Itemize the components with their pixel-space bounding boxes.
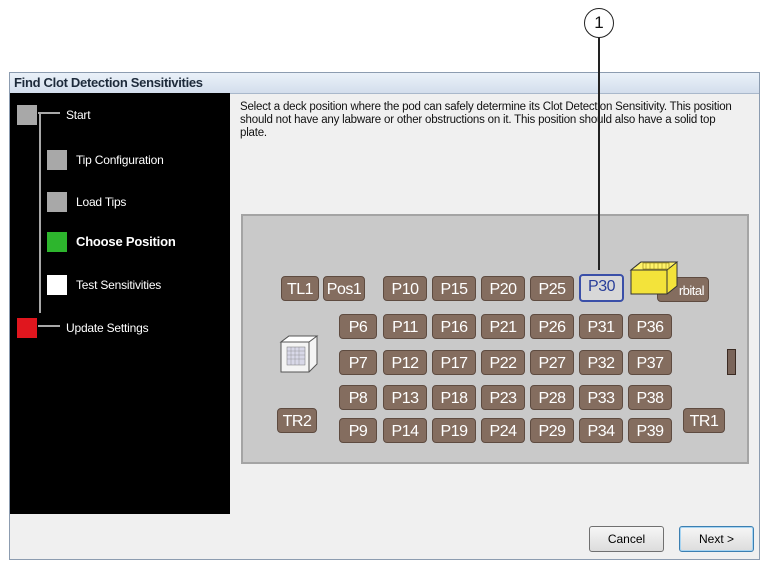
deck-position-p38[interactable]: P38 [628,385,672,410]
step-test-sensitivities: Test Sensitivities [10,273,230,297]
step-tip-configuration: Tip Configuration [10,148,230,172]
step-load-tips: Load Tips [10,190,230,214]
step-indicator [47,232,67,252]
deck-layout: TL1 Pos1 P10 P15 P20 P25 P30 rbital P6 P… [241,214,749,464]
deck-position-p7[interactable]: P7 [339,350,377,375]
step-indicator [17,318,37,338]
deck-position-p34[interactable]: P34 [579,418,623,443]
labware-plate-yellow [629,261,679,295]
dialog-title: Find Clot Detection Sensitivities [14,75,203,90]
step-indicator [17,105,37,125]
deck-position-p16[interactable]: P16 [432,314,476,339]
deck-position-p22[interactable]: P22 [481,350,525,375]
step-label: Load Tips [76,195,127,209]
deck-position-p28[interactable]: P28 [530,385,574,410]
deck-position-p32[interactable]: P32 [579,350,623,375]
instructions-text: Select a deck position where the pod can… [240,101,732,139]
deck-position-p13[interactable]: P13 [383,385,427,410]
deck-position-p37[interactable]: P37 [628,350,672,375]
step-start: Start [10,103,230,127]
find-clot-detection-dialog: Find Clot Detection Sensitivities Start … [9,72,760,560]
deck-position-p6[interactable]: P6 [339,314,377,339]
deck-position-p21[interactable]: P21 [481,314,525,339]
deck-position-pos1[interactable]: Pos1 [323,276,365,301]
callout-line [598,38,600,270]
deck-side-slot [727,349,736,375]
step-label: Update Settings [66,321,149,335]
deck-position-p10[interactable]: P10 [383,276,427,301]
deck-position-p9[interactable]: P9 [339,418,377,443]
deck-position-p12[interactable]: P12 [383,350,427,375]
deck-position-tr1[interactable]: TR1 [683,408,725,433]
deck-position-p29[interactable]: P29 [530,418,574,443]
labware-plate-white [279,335,319,373]
deck-position-p24[interactable]: P24 [481,418,525,443]
step-label: Tip Configuration [76,153,164,167]
deck-position-p33[interactable]: P33 [579,385,623,410]
deck-position-p18[interactable]: P18 [432,385,476,410]
callout-marker: 1 [584,8,614,38]
title-bar: Find Clot Detection Sensitivities [10,73,759,94]
step-choose-position: Choose Position [10,230,230,254]
deck-position-p11[interactable]: P11 [383,314,427,339]
deck-position-p25[interactable]: P25 [530,276,574,301]
deck-position-tr2[interactable]: TR2 [277,408,317,433]
deck-position-p20[interactable]: P20 [481,276,525,301]
step-indicator [47,150,67,170]
wizard-steps-panel: Start Tip Configuration Load Tips Choose… [10,93,230,514]
deck-position-p36[interactable]: P36 [628,314,672,339]
step-label: Test Sensitivities [76,278,162,292]
deck-position-p17[interactable]: P17 [432,350,476,375]
deck-position-tl1[interactable]: TL1 [281,276,319,301]
step-label: Choose Position [76,234,176,249]
deck-position-p15[interactable]: P15 [432,276,476,301]
cancel-button[interactable]: Cancel [589,526,664,552]
deck-position-p39[interactable]: P39 [628,418,672,443]
step-update-settings: Update Settings [10,316,230,340]
deck-position-p8[interactable]: P8 [339,385,377,410]
deck-position-p23[interactable]: P23 [481,385,525,410]
deck-position-p27[interactable]: P27 [530,350,574,375]
deck-position-p30-selected[interactable]: P30 [579,274,624,302]
next-button[interactable]: Next > [679,526,754,552]
step-indicator [47,192,67,212]
deck-position-p31[interactable]: P31 [579,314,623,339]
step-label: Start [66,108,91,122]
deck-position-p14[interactable]: P14 [383,418,427,443]
deck-position-p19[interactable]: P19 [432,418,476,443]
step-indicator [47,275,67,295]
deck-position-p26[interactable]: P26 [530,314,574,339]
